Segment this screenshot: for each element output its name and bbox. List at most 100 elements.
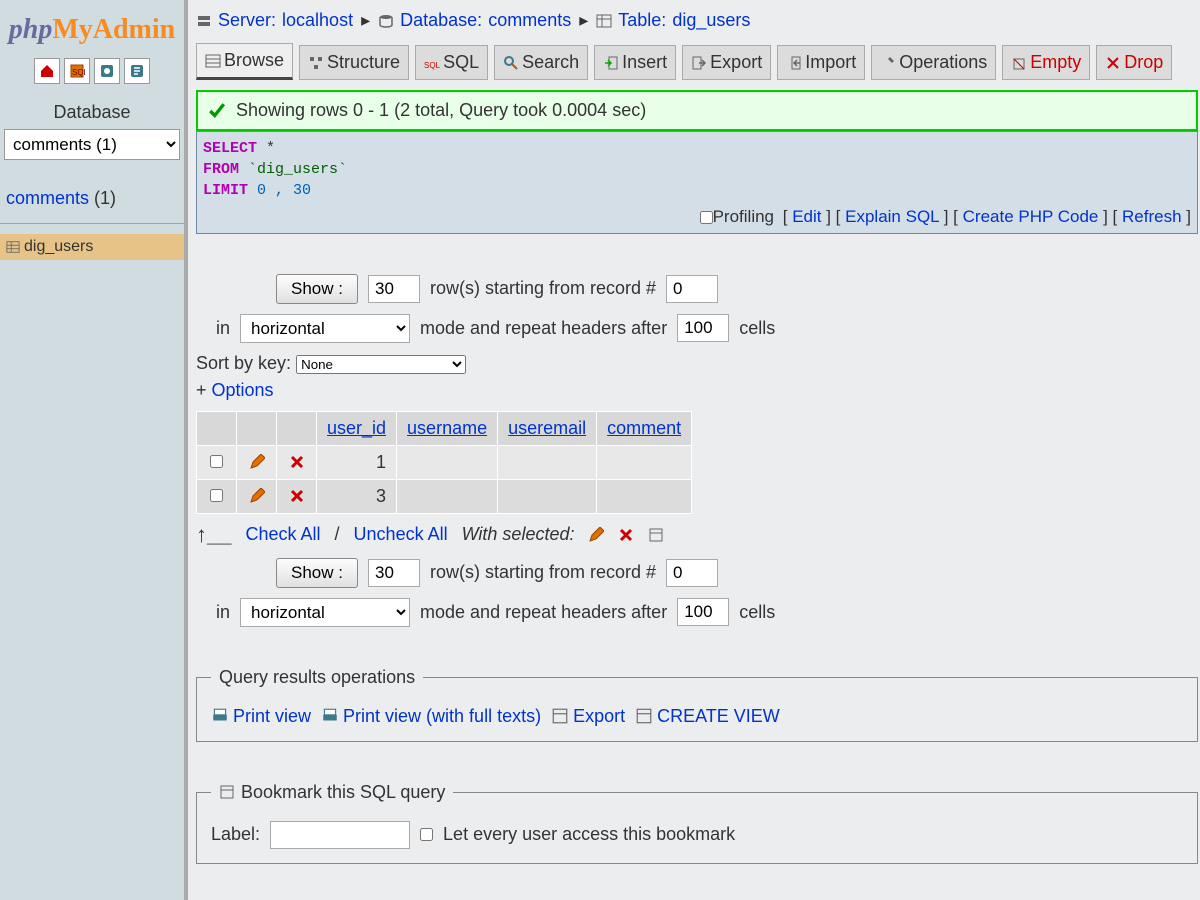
tab-drop-label: Drop: [1124, 52, 1163, 73]
row-delete[interactable]: [277, 479, 317, 513]
bc-table-link[interactable]: dig_users: [672, 10, 750, 31]
bookmark-legend-text: Bookmark this SQL query: [241, 782, 445, 803]
home-icon[interactable]: [34, 58, 60, 84]
th-user-id[interactable]: user_id: [317, 411, 397, 445]
print-view-link[interactable]: Print view: [211, 706, 311, 727]
logo-my: My: [52, 14, 92, 45]
pencil-icon[interactable]: [588, 527, 604, 543]
sql-star: *: [257, 140, 275, 157]
table-row: 1: [197, 445, 692, 479]
main-content: Server: localhost ▸ Database: comments ▸…: [188, 0, 1200, 900]
tab-search[interactable]: Search: [494, 45, 588, 80]
tab-export-label: Export: [710, 52, 762, 73]
cell-comment: [597, 479, 692, 513]
delete-icon: [289, 454, 305, 470]
check-all-link[interactable]: Check All: [245, 524, 320, 545]
sidebar-table-item[interactable]: dig_users: [0, 234, 184, 260]
mode-mid-text: mode and repeat headers after: [420, 318, 667, 339]
tabs: Browse Structure SQLSQL Search Insert Ex…: [196, 43, 1198, 80]
delete-icon[interactable]: [618, 527, 634, 543]
tab-operations[interactable]: Operations: [871, 45, 996, 80]
refresh-link[interactable]: Refresh: [1122, 207, 1182, 226]
cell-comment: [597, 445, 692, 479]
start-record-input[interactable]: [666, 275, 718, 303]
bc-server-link[interactable]: localhost: [282, 10, 353, 31]
th-useremail-link[interactable]: useremail: [508, 418, 586, 438]
tab-browse[interactable]: Browse: [196, 43, 293, 80]
row-checkbox[interactable]: [210, 455, 223, 468]
options-link[interactable]: Options: [212, 380, 274, 400]
bookmark-label-input[interactable]: [270, 821, 410, 849]
sql-query-box: SELECT * FROM `dig_users` LIMIT 0 , 30 P…: [196, 131, 1198, 234]
logo-admin: Admin: [93, 14, 175, 45]
tab-insert[interactable]: Insert: [594, 45, 676, 80]
show-button[interactable]: Show :: [276, 274, 358, 304]
arrow-icon: ↑__: [196, 522, 231, 548]
th-comment[interactable]: comment: [597, 411, 692, 445]
query-icon[interactable]: [94, 58, 120, 84]
rows-mid-text: row(s) starting from record #: [430, 562, 656, 583]
th-username[interactable]: username: [397, 411, 498, 445]
th-useremail[interactable]: useremail: [498, 411, 597, 445]
logout-icon[interactable]: SQL: [64, 58, 90, 84]
repeat-headers-input[interactable]: [677, 598, 729, 626]
th-edit: [237, 411, 277, 445]
pencil-icon: [249, 454, 265, 470]
tab-drop[interactable]: Drop: [1096, 45, 1172, 80]
docs-icon[interactable]: [124, 58, 150, 84]
print-view-full-link[interactable]: Print view (with full texts): [321, 706, 541, 727]
tab-empty-label: Empty: [1030, 52, 1081, 73]
start-record-input[interactable]: [666, 559, 718, 587]
database-link-text[interactable]: comments: [6, 188, 89, 208]
bookmark-public-checkbox[interactable]: [420, 828, 433, 841]
row-edit[interactable]: [237, 479, 277, 513]
bc-sep2: ▸: [579, 10, 588, 31]
profiling-label[interactable]: Profiling: [713, 207, 774, 226]
database-select[interactable]: comments (1): [4, 129, 180, 160]
sort-key-select[interactable]: None: [296, 355, 466, 374]
rows-input[interactable]: [368, 275, 420, 303]
rows-input[interactable]: [368, 559, 420, 587]
print-view-full-label: Print view (with full texts): [343, 706, 541, 727]
bookmark-public-label: Let every user access this bookmark: [443, 824, 735, 845]
th-username-link[interactable]: username: [407, 418, 487, 438]
tab-import[interactable]: Import: [777, 45, 865, 80]
uncheck-all-link[interactable]: Uncheck All: [354, 524, 448, 545]
row-checkbox[interactable]: [210, 489, 223, 502]
ops-legend: Query results operations: [211, 667, 423, 688]
tab-structure[interactable]: Structure: [299, 45, 409, 80]
drop-icon: [1105, 55, 1121, 71]
export-icon[interactable]: [648, 527, 664, 543]
database-label: Database: [0, 102, 184, 123]
database-link-count: (1): [94, 188, 116, 208]
export-link[interactable]: Export: [551, 706, 625, 727]
in-text: in: [216, 602, 230, 623]
database-link[interactable]: comments (1): [0, 184, 184, 213]
create-view-link[interactable]: CREATE VIEW: [635, 706, 780, 727]
show-button[interactable]: Show :: [276, 558, 358, 588]
nav-icons: SQL: [0, 58, 184, 84]
export-label: Export: [573, 706, 625, 727]
repeat-headers-input[interactable]: [677, 314, 729, 342]
php-code-link[interactable]: Create PHP Code: [963, 207, 1099, 226]
row-edit[interactable]: [237, 445, 277, 479]
tab-sql[interactable]: SQLSQL: [415, 45, 488, 80]
row-delete[interactable]: [277, 445, 317, 479]
operations-icon: [880, 55, 896, 71]
profiling-checkbox[interactable]: [700, 211, 713, 224]
sql-kw-select: SELECT: [203, 140, 257, 157]
mode-select[interactable]: horizontal: [240, 598, 410, 627]
bc-db-link[interactable]: comments: [488, 10, 571, 31]
edit-link[interactable]: Edit: [792, 207, 821, 226]
th-comment-link[interactable]: comment: [607, 418, 681, 438]
mode-mid-text: mode and repeat headers after: [420, 602, 667, 623]
explain-link[interactable]: Explain SQL: [845, 207, 939, 226]
check-all-row: ↑__ Check All / Uncheck All With selecte…: [196, 522, 1198, 548]
tab-export[interactable]: Export: [682, 45, 771, 80]
delete-icon: [289, 488, 305, 504]
th-user-id-link[interactable]: user_id: [327, 418, 386, 438]
export-icon: [551, 707, 569, 725]
bookmark-icon: [219, 784, 235, 800]
mode-select[interactable]: horizontal: [240, 314, 410, 343]
tab-empty[interactable]: Empty: [1002, 45, 1090, 80]
